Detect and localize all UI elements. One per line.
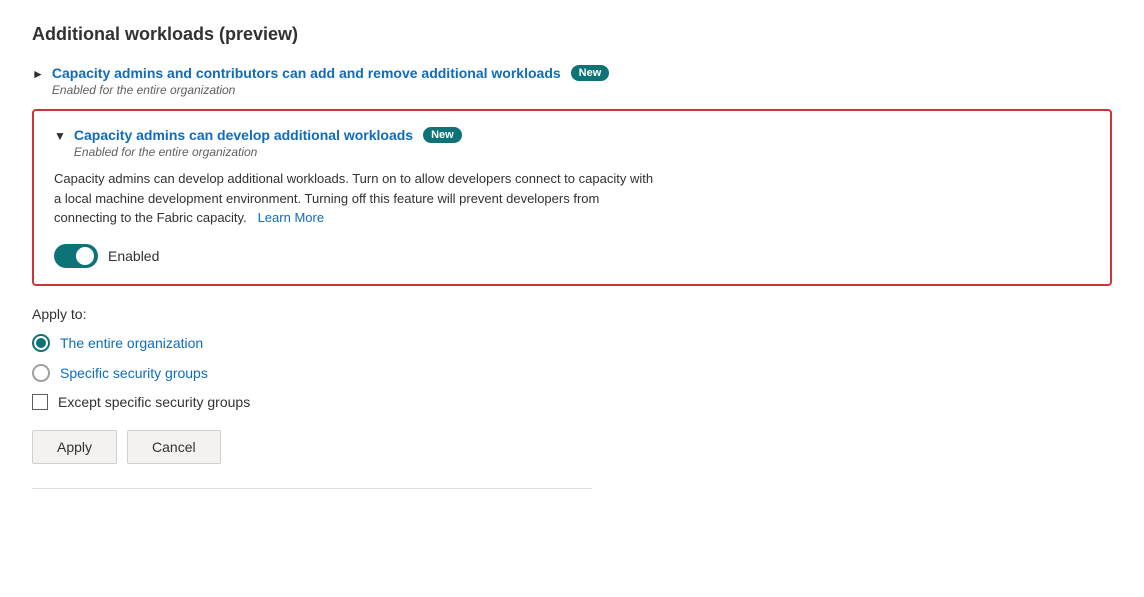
radio-label-2: Specific security groups xyxy=(60,365,208,381)
radio-entire-organization[interactable]: The entire organization xyxy=(32,334,1112,352)
radio-inner-1 xyxy=(36,338,46,348)
toggle-thumb xyxy=(76,247,94,265)
toggle-track xyxy=(54,244,98,268)
page-title: Additional workloads (preview) xyxy=(32,24,1112,45)
cancel-button[interactable]: Cancel xyxy=(127,430,221,464)
section-divider xyxy=(32,488,592,489)
apply-to-section: Apply to: The entire organization Specif… xyxy=(32,306,1112,464)
workload-1-content: Capacity admins and contributors can add… xyxy=(52,65,1112,97)
toggle-label: Enabled xyxy=(108,248,159,264)
learn-more-link[interactable]: Learn More xyxy=(258,210,324,225)
workload-1-title-row: Capacity admins and contributors can add… xyxy=(52,65,1112,81)
checkbox-except-groups[interactable]: Except specific security groups xyxy=(32,394,1112,410)
workload-2-title: Capacity admins can develop additional w… xyxy=(74,127,413,143)
workload-item-2[interactable]: ▼ Capacity admins can develop additional… xyxy=(54,127,1090,159)
workload-2-subtitle: Enabled for the entire organization xyxy=(74,145,1090,159)
checkbox-box xyxy=(32,394,48,410)
expanded-section: ▼ Capacity admins can develop additional… xyxy=(32,109,1112,286)
workload-item-1[interactable]: ► Capacity admins and contributors can a… xyxy=(32,65,1112,97)
buttons-row: Apply Cancel xyxy=(32,430,1112,464)
workload-1-subtitle: Enabled for the entire organization xyxy=(52,83,1112,97)
radio-circle-1 xyxy=(32,334,50,352)
enabled-toggle[interactable] xyxy=(54,244,98,268)
apply-button[interactable]: Apply xyxy=(32,430,117,464)
toggle-row: Enabled xyxy=(54,244,1090,268)
workload-2-content: Capacity admins can develop additional w… xyxy=(74,127,1090,159)
apply-to-label: Apply to: xyxy=(32,306,1112,322)
workload-2-title-row: Capacity admins can develop additional w… xyxy=(74,127,1090,143)
workload-2-badge: New xyxy=(423,127,462,143)
workload-1-title: Capacity admins and contributors can add… xyxy=(52,65,561,81)
radio-label-1: The entire organization xyxy=(60,335,203,351)
chevron-down-icon: ▼ xyxy=(54,129,66,143)
workload-1-badge: New xyxy=(571,65,610,81)
radio-circle-2 xyxy=(32,364,50,382)
workload-2-description: Capacity admins can develop additional w… xyxy=(54,169,654,228)
radio-specific-groups[interactable]: Specific security groups xyxy=(32,364,1112,382)
checkbox-label: Except specific security groups xyxy=(58,394,250,410)
chevron-right-icon: ► xyxy=(32,67,44,81)
